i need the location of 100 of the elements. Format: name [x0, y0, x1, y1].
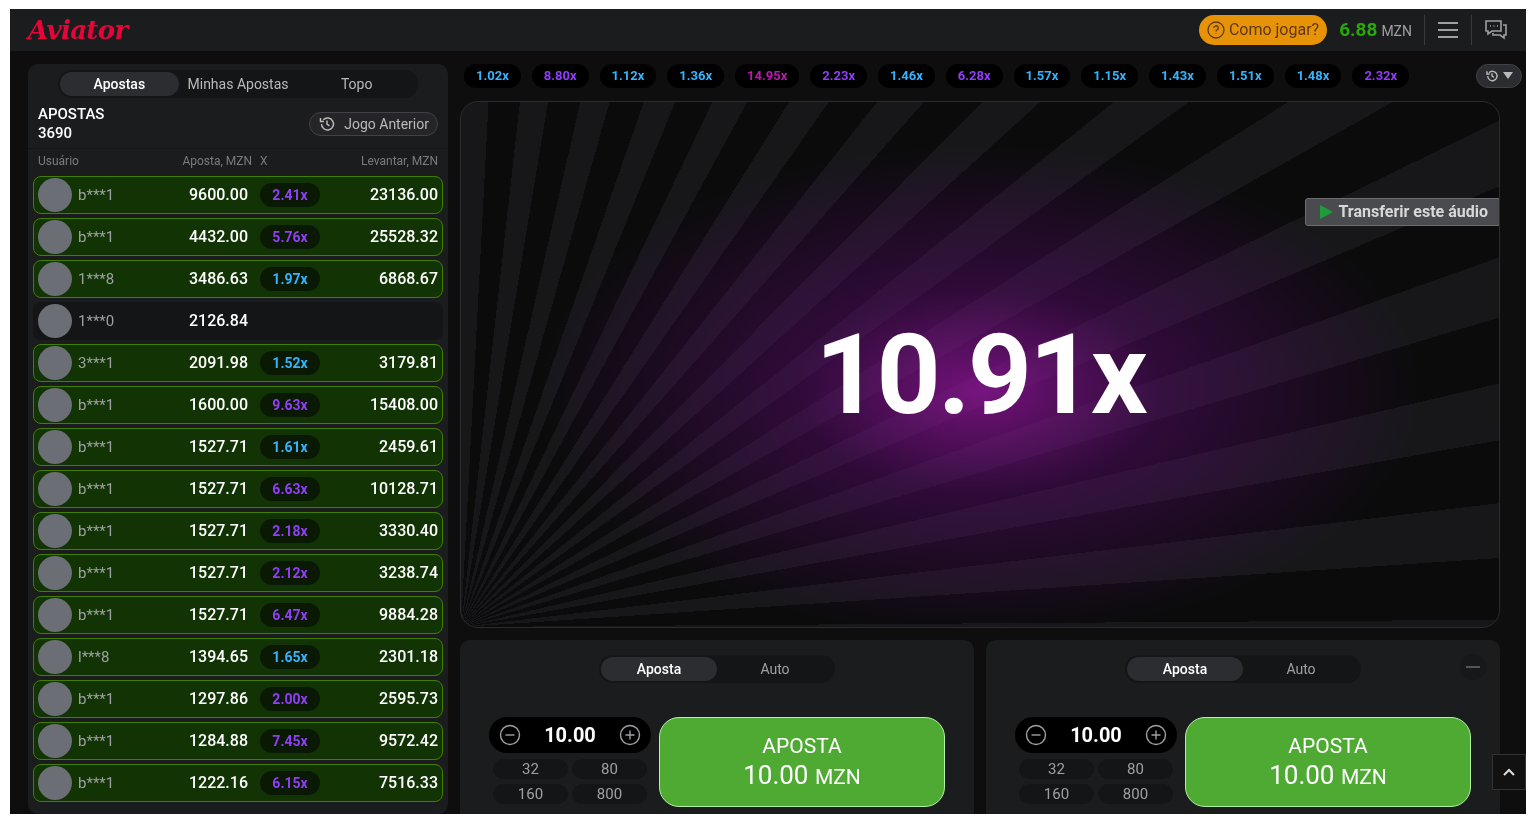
avatar — [38, 346, 72, 380]
multiplier-badge: 1.61x — [260, 435, 320, 459]
scroll-up-button[interactable] — [1492, 754, 1526, 790]
amount-value[interactable]: 10.00 — [544, 720, 596, 750]
avatar — [38, 556, 72, 590]
avatar — [38, 388, 72, 422]
bet-amount: 1394.65 — [188, 646, 248, 668]
bet-amount: 1527.71 — [188, 520, 248, 542]
payout-amount: 25528.32 — [368, 226, 438, 248]
tab[interactable]: Aposta — [1127, 657, 1243, 681]
payout-amount: 3330.40 — [378, 520, 438, 542]
amount-value[interactable]: 10.00 — [1070, 720, 1122, 750]
username: b***1 — [77, 772, 116, 794]
avatar — [38, 640, 72, 674]
help-button[interactable]: Como jogar? — [1198, 15, 1328, 45]
bet-amount: 1527.71 — [188, 436, 248, 458]
quick-amount-button[interactable]: 160 — [493, 784, 568, 804]
bet-amount: 2091.98 — [188, 352, 248, 374]
quick-amount-button[interactable]: 800 — [1098, 784, 1173, 804]
username: 1***0 — [77, 310, 116, 332]
username: b***1 — [77, 688, 116, 710]
bet-amount: 1222.16 — [188, 772, 248, 794]
username: b***1 — [77, 184, 116, 206]
username: b***1 — [77, 562, 116, 584]
column-header: Aposta, MZN — [181, 152, 252, 170]
history-multiplier[interactable]: 1.57x — [1013, 64, 1071, 88]
tab[interactable]: Apostas — [60, 72, 179, 96]
multiplier-badge: 9.63x — [260, 393, 320, 417]
quick-amount-button[interactable]: 80 — [1098, 759, 1173, 779]
plus-icon[interactable] — [619, 724, 641, 746]
history-multiplier[interactable]: 1.48x — [1284, 64, 1342, 88]
caret-icon — [1503, 72, 1513, 80]
tab[interactable]: Auto — [717, 657, 833, 681]
payout-amount: 15408.00 — [368, 394, 438, 416]
currency: MZN — [1381, 21, 1412, 41]
avatar — [38, 220, 72, 254]
username: b***1 — [77, 394, 116, 416]
menu-icon[interactable] — [1437, 21, 1459, 39]
bets-title: APOSTAS — [38, 105, 105, 124]
tab[interactable]: Aposta — [601, 657, 717, 681]
username: 3***1 — [77, 352, 116, 374]
username: b***1 — [77, 478, 116, 500]
tab[interactable]: Topo — [297, 72, 416, 96]
username: b***1 — [77, 226, 116, 248]
avatar — [38, 472, 72, 506]
bet-amount: 1527.71 — [188, 562, 248, 584]
payout-amount: 6868.67 — [378, 268, 438, 290]
multiplier-badge: 6.63x — [260, 477, 320, 501]
tab[interactable]: Auto — [1243, 657, 1359, 681]
multiplier-badge: 1.97x — [260, 267, 320, 291]
history-multiplier[interactable]: 6.28x — [945, 64, 1003, 88]
multiplier-badge: 7.45x — [260, 729, 320, 753]
plus-icon[interactable] — [1145, 724, 1167, 746]
quick-amount-button[interactable]: 800 — [572, 784, 647, 804]
multiplier-badge: 2.12x — [260, 561, 320, 585]
minus-icon — [1466, 666, 1480, 668]
bet-amount: 4432.00 — [188, 226, 248, 248]
quick-amount-button[interactable]: 160 — [1019, 784, 1094, 804]
audio-button[interactable]: Transferir este áudio — [1305, 198, 1499, 226]
history-multiplier[interactable]: 1.12x — [599, 64, 657, 88]
quick-amount-button[interactable]: 32 — [1019, 759, 1094, 779]
balance: 6.88 — [1339, 16, 1378, 43]
minus-icon[interactable] — [499, 724, 521, 746]
history-multiplier[interactable]: 1.15x — [1081, 64, 1139, 88]
username: l***8 — [77, 646, 111, 668]
multiplier-badge: 6.47x — [260, 603, 320, 627]
avatar — [38, 262, 72, 296]
history-icon — [1485, 69, 1499, 83]
multiplier: 10.91x — [815, 318, 1145, 431]
avatar — [38, 430, 72, 464]
previous-game-button[interactable]: Jogo Anterior — [309, 112, 438, 136]
history-multiplier[interactable]: 2.32x — [1352, 64, 1410, 88]
tab[interactable]: Minhas Apostas — [178, 72, 298, 96]
quick-amount-button[interactable]: 32 — [493, 759, 568, 779]
remove-panel-button[interactable] — [1460, 654, 1486, 680]
history-icon — [318, 115, 337, 133]
chevron-up-icon — [1503, 768, 1515, 776]
history-multiplier[interactable]: 1.02x — [464, 64, 521, 88]
history-button[interactable] — [1476, 64, 1522, 88]
history-multiplier[interactable]: 8.80x — [531, 64, 589, 88]
quick-amount-button[interactable]: 80 — [572, 759, 647, 779]
avatar — [38, 598, 72, 632]
chat-icon[interactable] — [1484, 19, 1508, 41]
bets-count: 3690 — [38, 124, 74, 143]
username: b***1 — [77, 604, 116, 626]
multiplier-badge: 2.41x — [260, 183, 320, 207]
history-multiplier[interactable]: 1.36x — [667, 64, 725, 88]
payout-amount: 2595.73 — [378, 688, 438, 710]
history-multiplier[interactable]: 1.43x — [1149, 64, 1206, 88]
multiplier-badge: 6.15x — [260, 771, 320, 795]
avatar — [38, 178, 72, 212]
play-icon — [1318, 204, 1335, 220]
bet-amount: 1600.00 — [188, 394, 248, 416]
avatar — [38, 682, 72, 716]
history-multiplier[interactable]: 2.23x — [810, 64, 868, 88]
history-multiplier[interactable]: 14.95x — [735, 64, 800, 88]
history-multiplier[interactable]: 1.51x — [1216, 64, 1274, 88]
history-multiplier[interactable]: 1.46x — [878, 64, 935, 88]
avatar — [38, 304, 72, 338]
minus-icon[interactable] — [1025, 724, 1047, 746]
